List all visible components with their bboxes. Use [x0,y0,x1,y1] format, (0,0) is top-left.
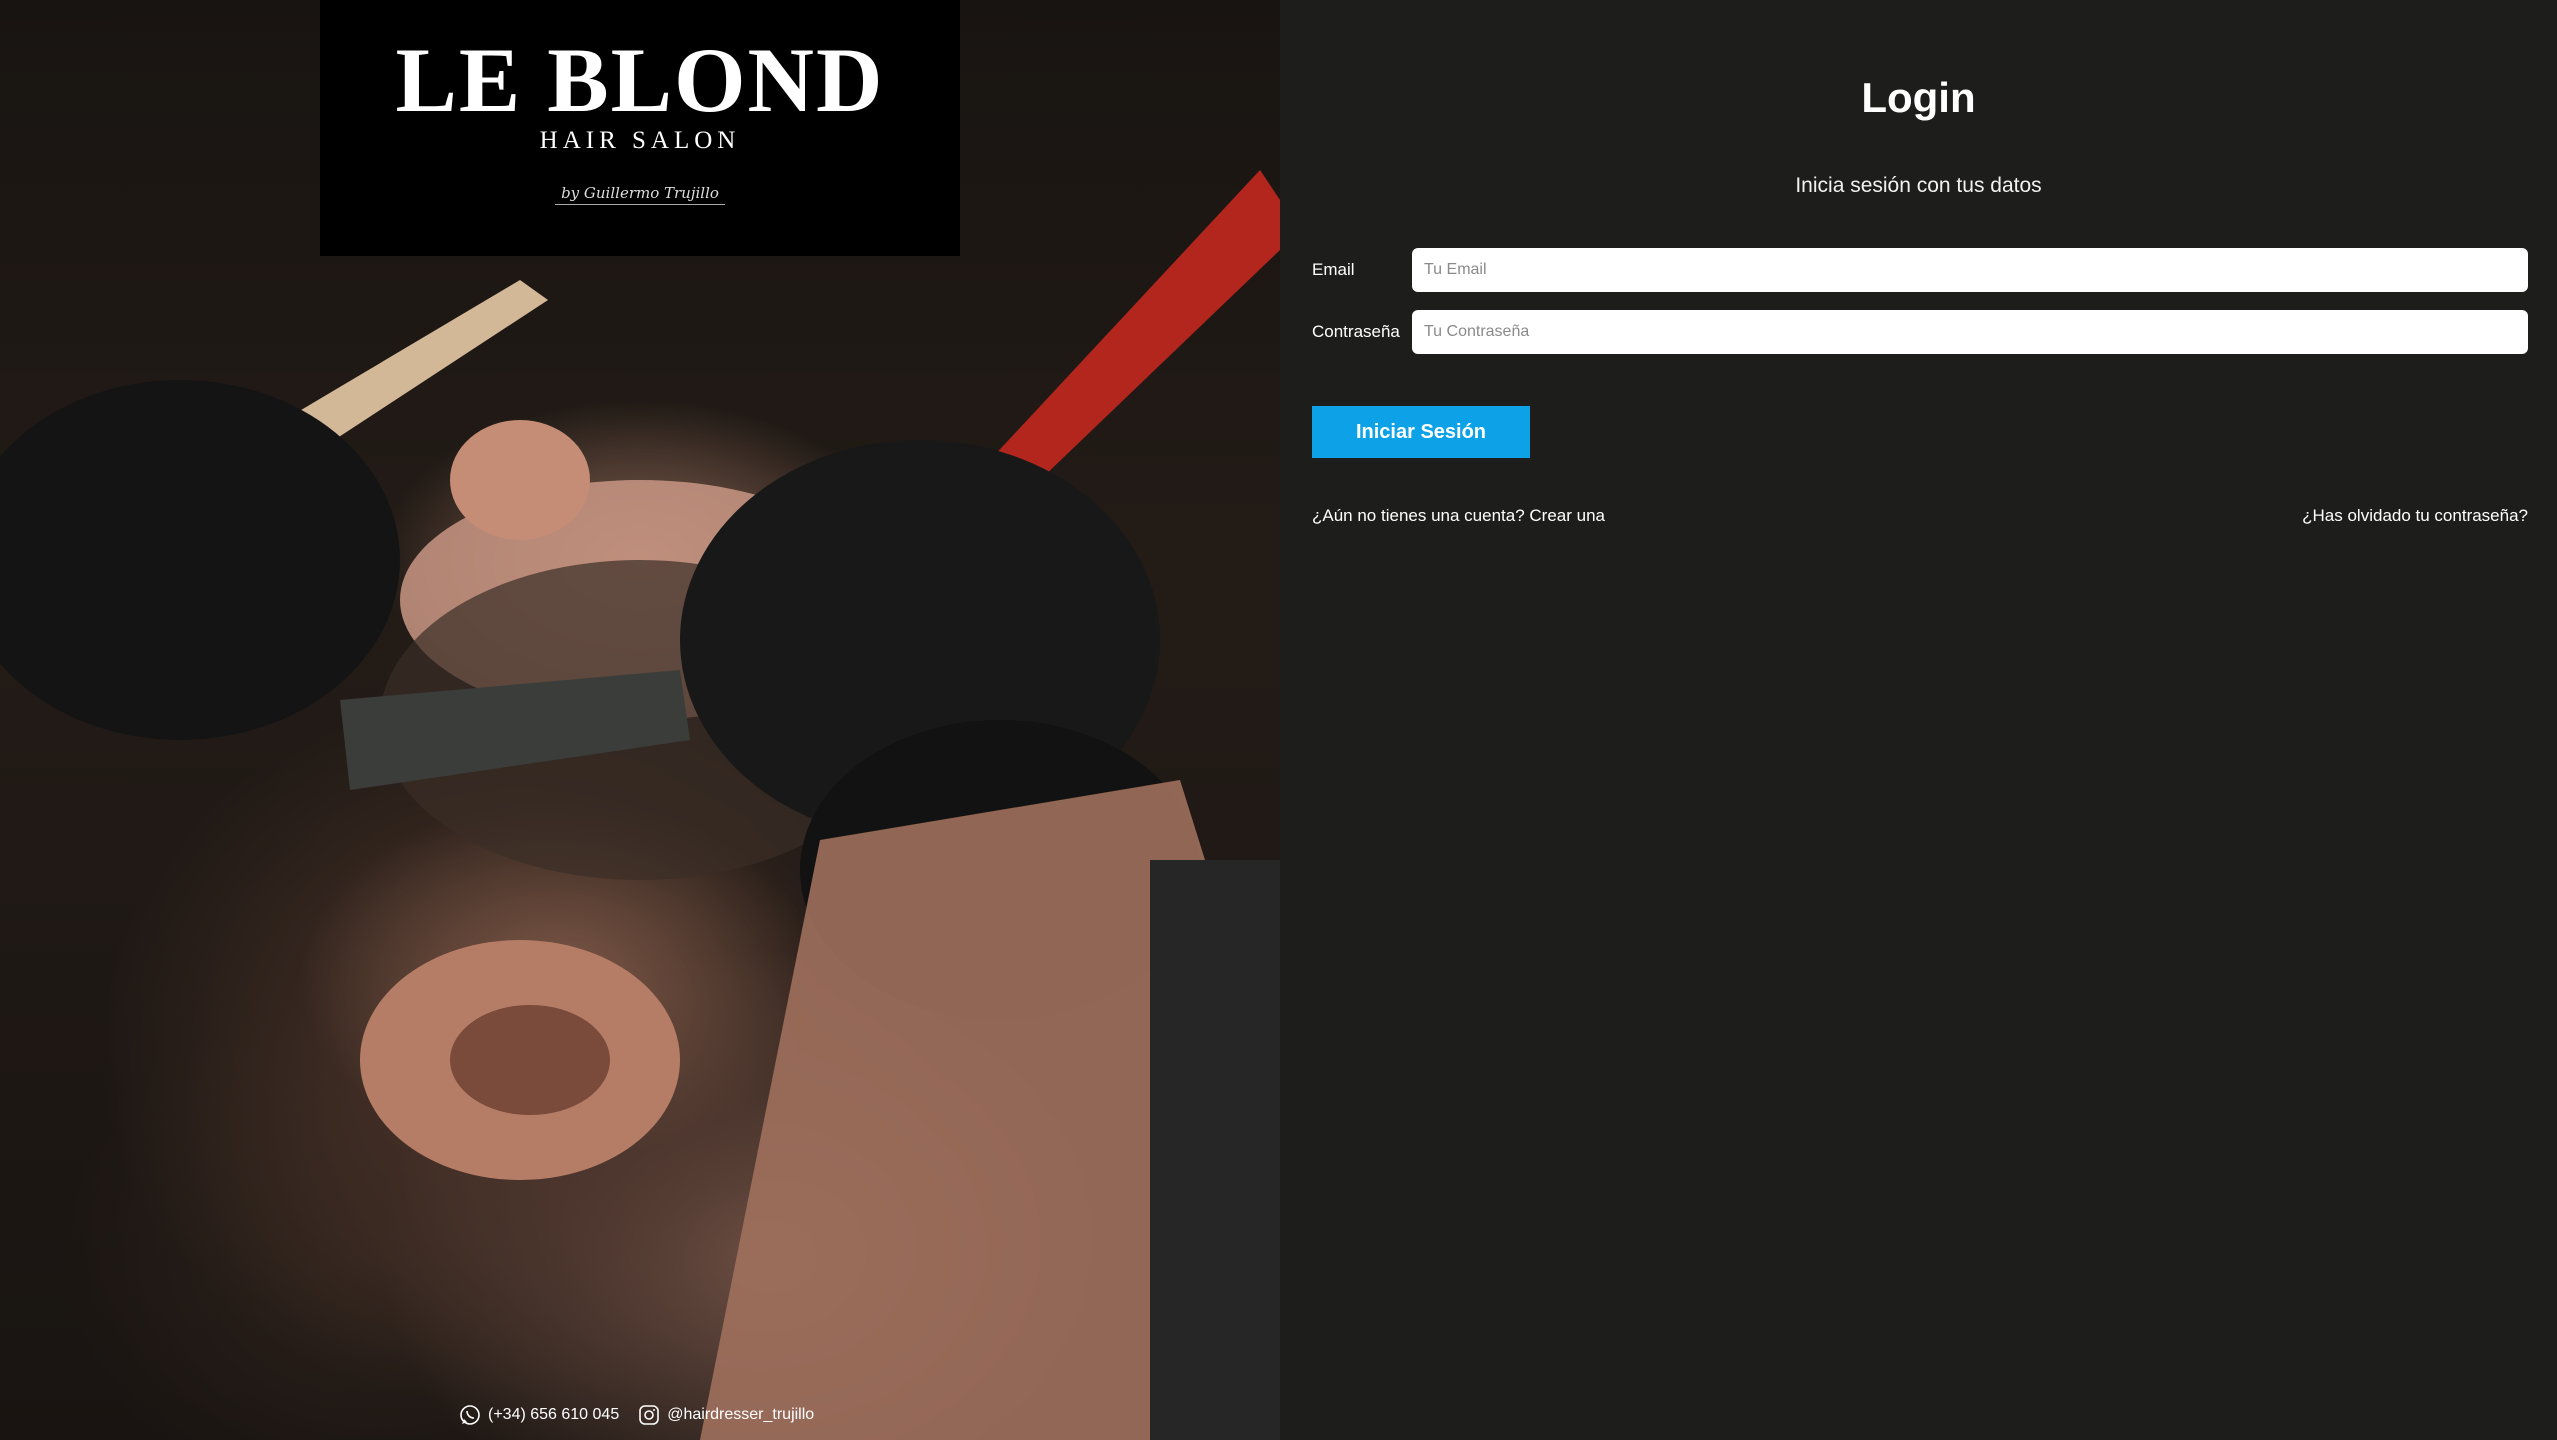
email-label: Email [1312,260,1355,279]
create-account-link[interactable]: ¿Aún no tienes una cuenta? Crear una [1312,506,1605,526]
hero-image-panel: LE BLOND HAIR SALON by Guillermo Trujill… [0,0,1280,1440]
salon-logo: LE BLOND HAIR SALON by Guillermo Trujill… [320,0,960,256]
login-button[interactable]: Iniciar Sesión [1312,406,1530,458]
contact-instagram[interactable]: @hairdresser_trujillo [637,1403,814,1427]
instagram-icon [639,1405,660,1425]
login-subtitle: Inicia sesión con tus datos [1795,174,2042,197]
password-field[interactable] [1412,310,2528,354]
phone-number: (+34) 656 610 045 [488,1406,620,1423]
password-label: Contraseña [1312,322,1400,341]
email-field[interactable] [1412,248,2528,292]
login-panel: Login Inicia sesión con tus datos Email … [1280,0,2557,1440]
contact-phone[interactable]: (+34) 656 610 045 [458,1403,619,1427]
contact-bar: (+34) 656 610 045 @hairdresser_trujillo [458,1400,832,1430]
page-title: Login [1861,74,1976,121]
email-row: Email [1312,248,2528,292]
logo-signature: by Guillermo Trujillo [320,184,960,205]
whatsapp-icon [460,1405,480,1425]
password-row: Contraseña [1312,310,2528,354]
logo-tagline: HAIR SALON [539,127,741,154]
logo-wordmark: LE BLOND [395,29,885,131]
instagram-handle: @hairdresser_trujillo [667,1406,815,1423]
forgot-password-link[interactable]: ¿Has olvidado tu contraseña? [2302,506,2528,526]
